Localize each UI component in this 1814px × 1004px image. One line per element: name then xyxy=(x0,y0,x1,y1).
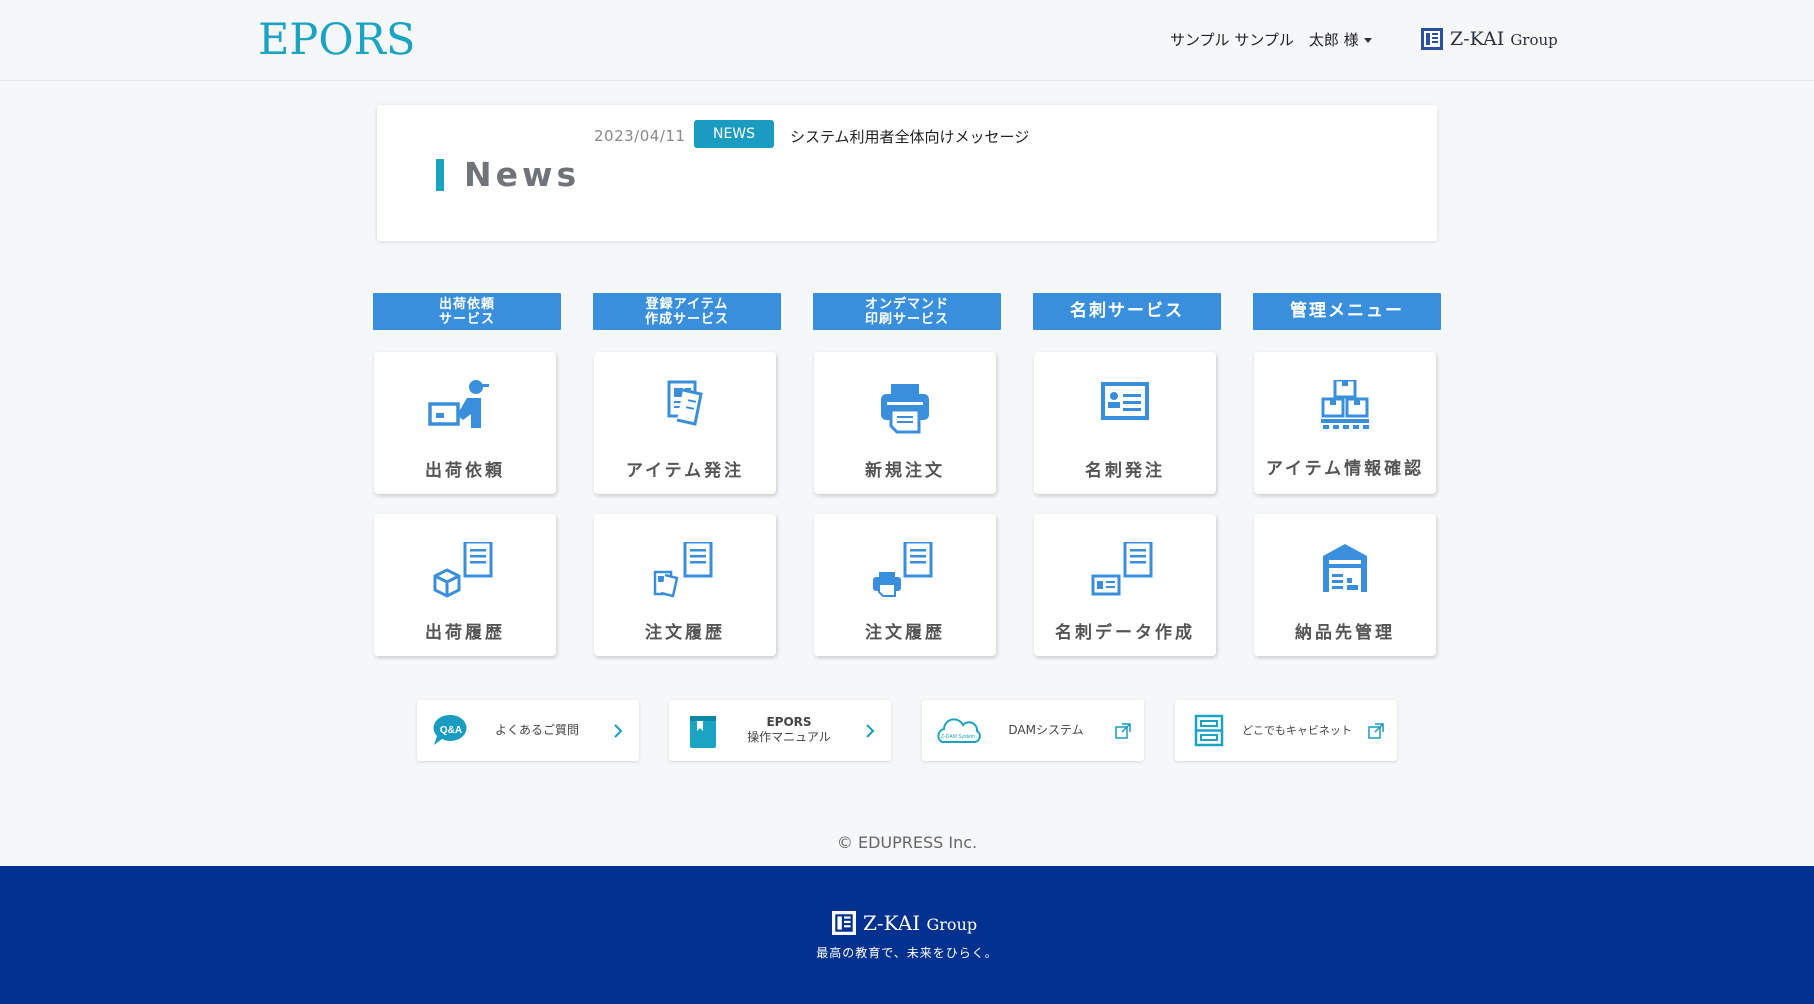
documents-history-icon xyxy=(653,542,713,598)
printer-history-icon xyxy=(873,542,933,597)
column-header-business-card: 名刺サービス xyxy=(1033,293,1221,330)
card-shipping-request[interactable]: 出荷依頼 xyxy=(374,352,556,494)
faq-link[interactable]: Q&A よくあるご質問 xyxy=(417,700,639,761)
column-header-line: 作成サービス xyxy=(644,311,729,327)
news-heading: News xyxy=(436,155,580,194)
card-label: 名刺発注 xyxy=(1085,461,1165,481)
card-label: 注文履歴 xyxy=(645,623,725,643)
quick-link-label: DAMシステム xyxy=(1008,723,1084,737)
quick-link-sublabel: 操作マニュアル xyxy=(747,730,831,744)
card-business-card-order[interactable]: 名刺発注 xyxy=(1034,352,1216,494)
footer-zkai-logo: Z-KAI Group xyxy=(832,911,977,935)
dam-icon-text: Z-DAM System xyxy=(941,734,975,740)
copyright: © EDUPRESS Inc. xyxy=(836,833,978,852)
column-header-line: オンデマンド xyxy=(864,296,949,312)
external-link-icon xyxy=(1368,723,1384,739)
card-label: 出荷履歴 xyxy=(425,623,505,643)
box-document-icon xyxy=(433,542,493,598)
column-header-line: 印刷サービス xyxy=(864,311,949,327)
footer-group-name: Z-KAI xyxy=(863,911,921,935)
card-item-order-history[interactable]: 注文履歴 xyxy=(594,514,776,656)
column-header-admin: 管理メニュー xyxy=(1253,293,1441,330)
news-accent-bar xyxy=(436,158,444,191)
card-delivery-destinations[interactable]: 納品先管理 xyxy=(1254,514,1436,656)
column-header-on-demand: オンデマンド 印刷サービス xyxy=(813,293,1001,330)
news-item-link[interactable]: システム利用者全体向けメッセージ xyxy=(790,126,1029,147)
chevron-right-icon xyxy=(614,724,623,738)
business-card-document-icon xyxy=(1091,542,1153,596)
card-business-card-data[interactable]: 名刺データ作成 xyxy=(1034,514,1216,656)
card-label: 納品先管理 xyxy=(1295,623,1395,643)
business-card-icon xyxy=(1101,382,1149,420)
card-label: 名刺データ作成 xyxy=(1055,623,1195,643)
manual-book-icon xyxy=(690,716,716,748)
column-header-item-creation: 登録アイテム 作成サービス xyxy=(593,293,781,330)
epors-logo[interactable]: EPORS xyxy=(258,16,415,64)
cabinet-icon xyxy=(1194,714,1224,747)
qa-bubble-icon: Q&A xyxy=(433,714,467,745)
column-header-line: 出荷依頼 xyxy=(438,296,495,312)
footer: Z-KAI Group 最高の教育で、未来をひらく。 xyxy=(0,866,1814,1004)
zkai-group-logo: Z-KAI Group xyxy=(1421,28,1558,50)
zkai-mark-icon xyxy=(1421,28,1443,50)
manual-link[interactable]: EPORS 操作マニュアル xyxy=(669,700,891,761)
column-header-shipping: 出荷依頼 サービス xyxy=(373,293,561,330)
news-title: News xyxy=(464,155,581,194)
group-name: Z-KAI xyxy=(1450,28,1505,50)
svg-text:Q&A: Q&A xyxy=(440,725,462,736)
card-label: アイテム発注 xyxy=(625,461,745,481)
footer-slogan: 最高の教育で、未来をひらく。 xyxy=(816,946,998,960)
caret-down-icon xyxy=(1363,38,1372,43)
dam-cloud-icon: Z-DAM System xyxy=(937,718,981,743)
printer-icon xyxy=(881,384,929,434)
user-menu-dropdown[interactable]: サンプル サンプル 太郎 様 xyxy=(1170,29,1372,50)
card-item-order[interactable]: アイテム発注 xyxy=(594,352,776,494)
chevron-right-icon xyxy=(866,724,875,738)
news-date: 2023/04/11 xyxy=(594,127,686,145)
zkai-mark-icon xyxy=(832,911,856,935)
quick-link-label: よくあるご質問 xyxy=(494,723,579,737)
user-name: サンプル サンプル 太郎 様 xyxy=(1170,31,1359,49)
card-label: 注文履歴 xyxy=(865,623,945,643)
card-label: アイテム情報確認 xyxy=(1265,459,1425,479)
news-badge: NEWS xyxy=(694,120,774,148)
card-item-info[interactable]: アイテム情報確認 xyxy=(1254,352,1436,494)
card-print-order-history[interactable]: 注文履歴 xyxy=(814,514,996,656)
column-header-line: 登録アイテム xyxy=(645,296,729,312)
quick-link-label: どこでもキャビネット xyxy=(1242,724,1352,737)
news-panel: News 2023/04/11 NEWS システム利用者全体向けメッセージ xyxy=(377,105,1437,241)
delivery-person-icon xyxy=(428,380,489,428)
stacked-boxes-icon xyxy=(1321,380,1369,429)
card-shipping-history[interactable]: 出荷履歴 xyxy=(374,514,556,656)
column-header-line: サービス xyxy=(438,311,495,327)
card-new-order[interactable]: 新規注文 xyxy=(814,352,996,494)
warehouse-icon xyxy=(1323,544,1367,592)
external-link-icon xyxy=(1115,723,1131,739)
card-label: 新規注文 xyxy=(865,461,945,481)
dam-system-link[interactable]: Z-DAM System DAMシステム xyxy=(922,700,1144,761)
group-suffix: Group xyxy=(1510,31,1558,49)
documents-icon xyxy=(667,380,703,426)
header: EPORS サンプル サンプル 太郎 様 Z-KAI Group xyxy=(0,0,1814,81)
cabinet-link[interactable]: どこでもキャビネット xyxy=(1175,700,1397,761)
footer-group-suffix: Group xyxy=(926,915,978,934)
quick-link-label: EPORS xyxy=(766,715,812,729)
card-label: 出荷依頼 xyxy=(425,461,505,481)
